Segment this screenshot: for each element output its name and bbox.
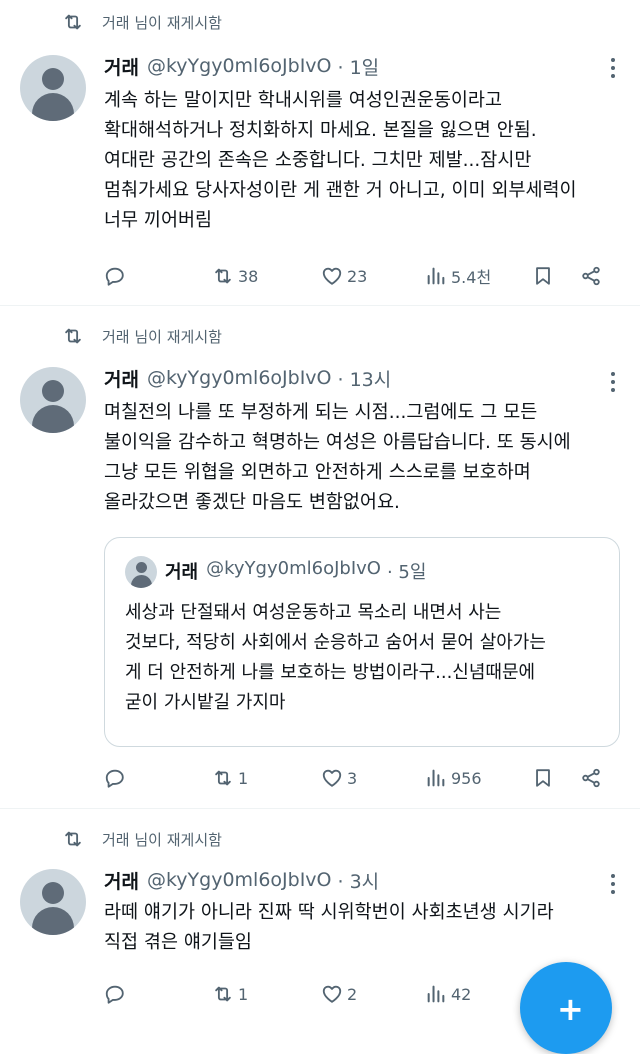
share-icon xyxy=(580,767,602,789)
tweet-text: 계속 하는 말이지만 학내시위를 여성인권운동이라고 확대해석하거나 정치화하지… xyxy=(104,90,577,231)
user-handle[interactable]: @kyYgy0ml6oJbIvO xyxy=(147,367,332,389)
avatar[interactable] xyxy=(20,367,86,433)
repost-indicator: 거래 님이 재게시함 xyxy=(62,323,222,349)
quoted-display-name: 거래 xyxy=(165,562,199,583)
quoted-user-handle: @kyYgy0ml6oJbIvO xyxy=(206,558,381,579)
view-count: 42 xyxy=(451,984,472,1004)
like-count: 3 xyxy=(347,768,358,788)
repost-label: 거래 님이 재게시함 xyxy=(102,327,222,346)
retweet-icon xyxy=(212,767,234,789)
like-button[interactable]: 23 xyxy=(321,265,425,287)
timestamp[interactable]: · 3시 xyxy=(338,867,380,894)
timestamp[interactable]: · 13시 xyxy=(338,365,392,392)
timestamp[interactable]: · 1일 xyxy=(338,53,380,80)
repost-indicator: 거래 님이 재게시함 xyxy=(62,9,222,35)
reply-icon xyxy=(104,265,126,287)
views-button[interactable]: 42 xyxy=(425,983,532,1005)
display-name[interactable]: 거래 xyxy=(104,867,139,894)
views-icon xyxy=(425,983,447,1005)
share-button[interactable] xyxy=(580,265,602,287)
retweet-icon xyxy=(62,11,84,33)
reply-button[interactable] xyxy=(104,983,212,1005)
tweet-text: 라떼 얘기가 아니라 진짜 딱 시위학번이 사회초년생 시기라 직접 겪은 얘기… xyxy=(104,902,554,953)
reply-button[interactable] xyxy=(104,767,212,789)
reply-icon xyxy=(104,983,126,1005)
quoted-avatar xyxy=(125,556,157,588)
plus-icon: + xyxy=(557,990,584,1028)
compose-button[interactable]: + xyxy=(520,962,612,1054)
action-bar: 38 23 5.4천 xyxy=(104,261,624,291)
action-bar: 1 3 956 xyxy=(104,763,624,793)
user-handle[interactable]: @kyYgy0ml6oJbIvO xyxy=(147,55,332,77)
more-options-icon[interactable] xyxy=(610,874,616,894)
user-handle[interactable]: @kyYgy0ml6oJbIvO xyxy=(147,869,332,891)
tweet[interactable]: 거래 님이 재게시함 거래 @kyYgy0ml6oJbIvO · 13시 며칠전… xyxy=(0,306,640,808)
retweet-button[interactable]: 1 xyxy=(212,983,321,1005)
tweet-header: 거래 @kyYgy0ml6oJbIvO · 13시 xyxy=(104,364,391,392)
more-options-icon[interactable] xyxy=(610,58,616,78)
bookmark-button[interactable] xyxy=(532,767,580,789)
view-count: 956 xyxy=(451,768,482,788)
repost-label: 거래 님이 재게시함 xyxy=(102,13,222,32)
retweet-count: 38 xyxy=(238,266,259,286)
heart-icon xyxy=(321,767,343,789)
views-icon xyxy=(425,265,447,287)
view-count: 5.4천 xyxy=(451,268,492,287)
display-name[interactable]: 거래 xyxy=(104,53,139,80)
quoted-text: 세상과 단절돼서 여성운동하고 목소리 내면서 사는 것보다, 적당히 사회에서… xyxy=(125,602,546,713)
avatar[interactable] xyxy=(20,55,86,121)
retweet-icon xyxy=(212,265,234,287)
quoted-timestamp: · 5일 xyxy=(386,562,427,583)
retweet-icon xyxy=(62,828,84,850)
retweet-icon xyxy=(212,983,234,1005)
more-options-icon[interactable] xyxy=(610,372,616,392)
avatar[interactable] xyxy=(20,869,86,935)
views-button[interactable]: 956 xyxy=(425,767,532,789)
bookmark-icon xyxy=(532,767,554,789)
retweet-count: 1 xyxy=(238,768,249,788)
tweet-header: 거래 @kyYgy0ml6oJbIvO · 1일 xyxy=(104,52,379,80)
heart-icon xyxy=(321,265,343,287)
tweet-header: 거래 @kyYgy0ml6oJbIvO · 3시 xyxy=(104,866,379,894)
like-count: 23 xyxy=(347,266,368,286)
retweet-icon xyxy=(62,325,84,347)
display-name[interactable]: 거래 xyxy=(104,365,139,392)
tweet[interactable]: 거래 님이 재게시함 거래 @kyYgy0ml6oJbIvO · 1일 계속 하… xyxy=(0,0,640,305)
views-icon xyxy=(425,767,447,789)
repost-indicator: 거래 님이 재게시함 xyxy=(62,826,222,852)
like-button[interactable]: 3 xyxy=(321,767,425,789)
quoted-tweet[interactable]: 거래 @kyYgy0ml6oJbIvO · 5일 세상과 단절돼서 여성운동하고… xyxy=(104,537,620,747)
reply-button[interactable] xyxy=(104,265,212,287)
share-icon xyxy=(580,265,602,287)
retweet-count: 1 xyxy=(238,984,249,1004)
heart-icon xyxy=(321,983,343,1005)
retweet-button[interactable]: 1 xyxy=(212,767,321,789)
share-button[interactable] xyxy=(580,767,602,789)
views-button[interactable]: 5.4천 xyxy=(425,264,532,288)
bookmark-icon xyxy=(532,265,554,287)
quoted-header: 거래 @kyYgy0ml6oJbIvO · 5일 xyxy=(165,558,426,584)
retweet-button[interactable]: 38 xyxy=(212,265,321,287)
like-button[interactable]: 2 xyxy=(321,983,425,1005)
bookmark-button[interactable] xyxy=(532,265,580,287)
tweet-text: 며칠전의 나를 또 부정하게 되는 시점...그럼에도 그 모든 불이익을 감수… xyxy=(104,402,571,513)
repost-label: 거래 님이 재게시함 xyxy=(102,830,222,849)
reply-icon xyxy=(104,767,126,789)
like-count: 2 xyxy=(347,984,358,1004)
